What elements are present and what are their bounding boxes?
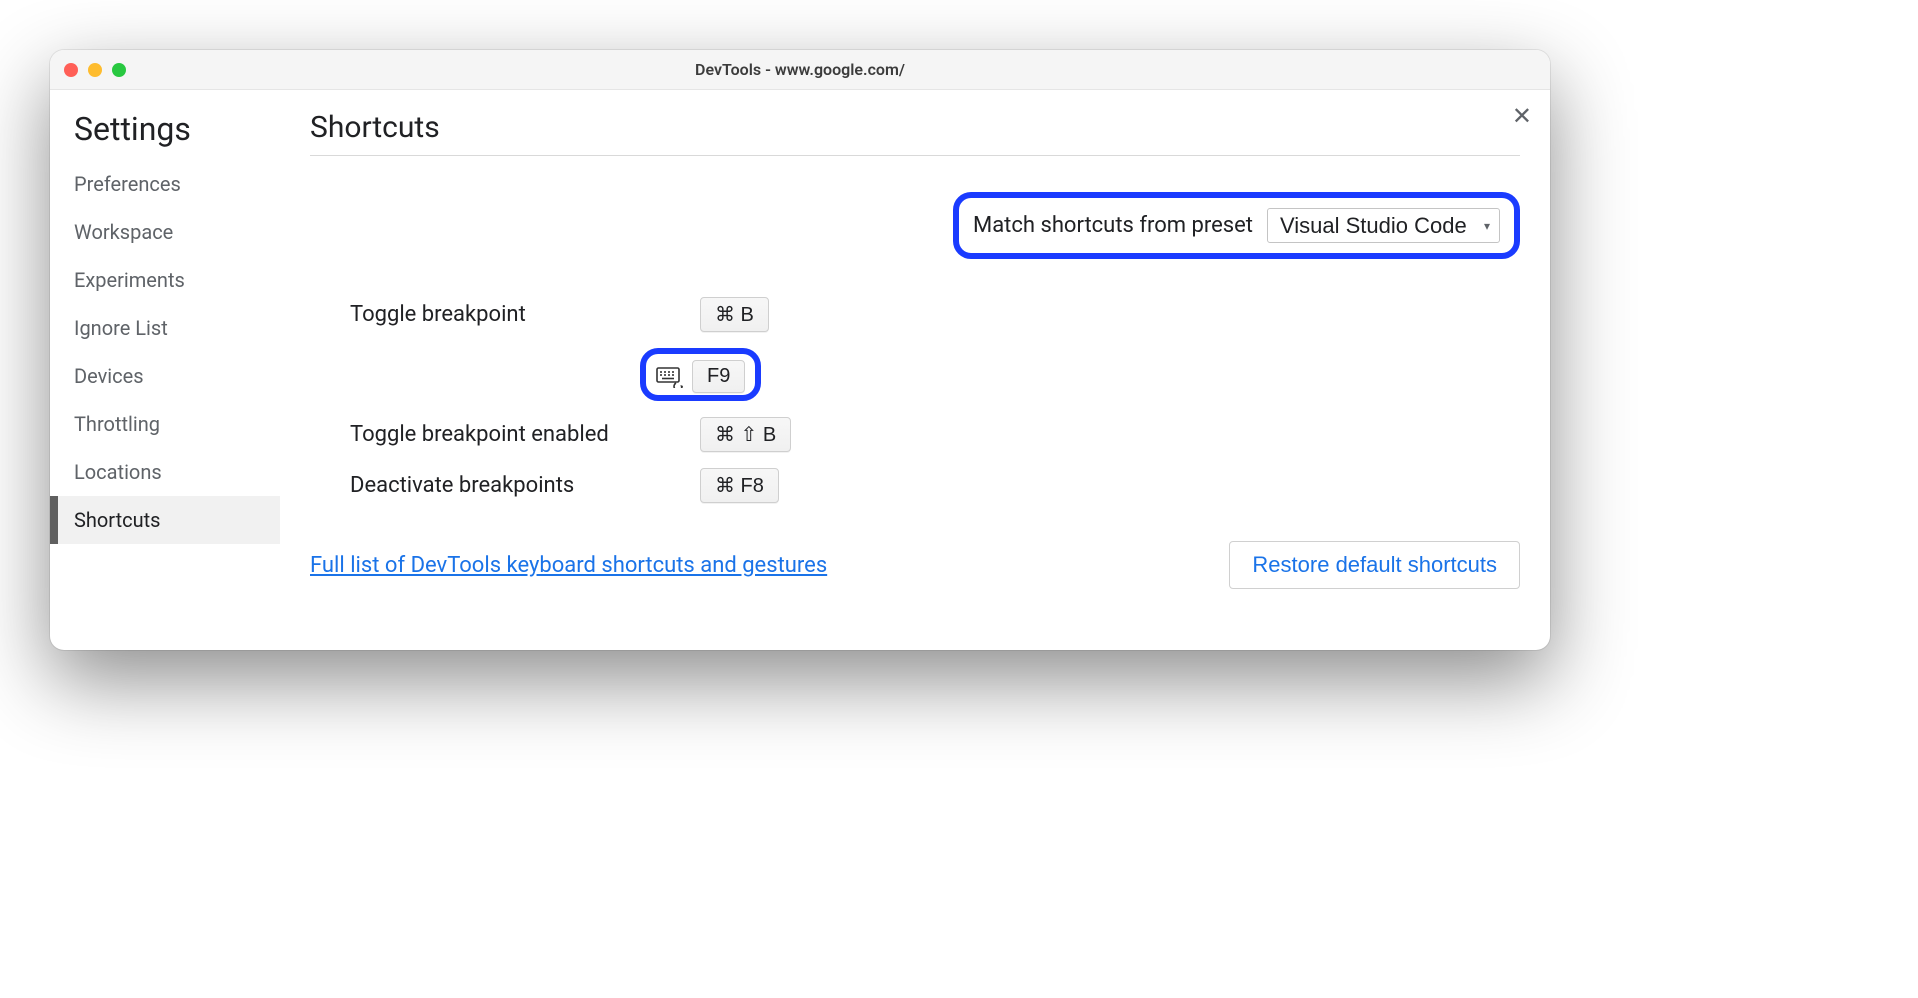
sidebar-item-shortcuts[interactable]: Shortcuts: [50, 496, 280, 544]
shortcut-extra-highlight: F9: [640, 348, 761, 401]
sidebar-item-label: Experiments: [74, 268, 185, 292]
sidebar-item-workspace[interactable]: Workspace: [50, 208, 280, 256]
shortcut-row-toggle-breakpoint: Toggle breakpoint ⌘ B: [310, 289, 1520, 340]
sidebar-item-ignore-list[interactable]: Ignore List: [50, 304, 280, 352]
sidebar-item-label: Throttling: [74, 412, 160, 436]
key-chip: ⌘ B: [700, 297, 769, 332]
key-chip-extra: F9: [692, 360, 745, 393]
main-panel: Shortcuts Match shortcuts from preset Vi…: [280, 90, 1550, 650]
preset-row: Match shortcuts from preset Visual Studi…: [310, 192, 1520, 259]
sidebar-item-devices[interactable]: Devices: [50, 352, 280, 400]
app-window: DevTools - www.google.com/ ✕ Settings Pr…: [50, 50, 1550, 650]
shortcut-label: Deactivate breakpoints: [350, 473, 700, 498]
window-close-button[interactable]: [64, 63, 78, 77]
sidebar-heading: Settings: [50, 110, 280, 160]
content: ✕ Settings Preferences Workspace Experim…: [50, 90, 1550, 650]
footer-row: Full list of DevTools keyboard shortcuts…: [310, 541, 1520, 589]
sidebar-item-label: Preferences: [74, 172, 181, 196]
preset-label: Match shortcuts from preset: [973, 213, 1253, 238]
sidebar-item-label: Locations: [74, 460, 162, 484]
sidebar-item-throttling[interactable]: Throttling: [50, 400, 280, 448]
window-title: DevTools - www.google.com/: [50, 60, 1550, 79]
sidebar-item-label: Workspace: [74, 220, 173, 244]
sidebar-item-experiments[interactable]: Experiments: [50, 256, 280, 304]
key-chip: ⌘ ⇧ B: [700, 417, 791, 452]
titlebar: DevTools - www.google.com/: [50, 50, 1550, 90]
window-minimize-button[interactable]: [88, 63, 102, 77]
sidebar-item-label: Ignore List: [74, 316, 168, 340]
traffic-lights: [64, 63, 126, 77]
preset-select-wrap: Visual Studio Code ▾: [1267, 208, 1500, 243]
sidebar: Settings Preferences Workspace Experimen…: [50, 90, 280, 650]
shortcut-row-deactivate-breakpoints: Deactivate breakpoints ⌘ F8: [310, 460, 1520, 511]
full-shortcuts-link[interactable]: Full list of DevTools keyboard shortcuts…: [310, 553, 827, 578]
page-title: Shortcuts: [310, 110, 1520, 156]
shortcut-row-toggle-breakpoint-extra: F9: [310, 340, 1520, 409]
key-chip: ⌘ F8: [700, 468, 779, 503]
shortcut-label: Toggle breakpoint enabled: [350, 422, 700, 447]
preset-select[interactable]: Visual Studio Code: [1267, 208, 1500, 243]
sidebar-item-label: Shortcuts: [74, 508, 160, 532]
shortcut-label: Toggle breakpoint: [350, 302, 700, 327]
sidebar-item-preferences[interactable]: Preferences: [50, 160, 280, 208]
sidebar-item-label: Devices: [74, 364, 144, 388]
keyboard-icon: [656, 366, 684, 388]
preset-highlight: Match shortcuts from preset Visual Studi…: [953, 192, 1520, 259]
sidebar-item-locations[interactable]: Locations: [50, 448, 280, 496]
window-maximize-button[interactable]: [112, 63, 126, 77]
shortcut-row-toggle-breakpoint-enabled: Toggle breakpoint enabled ⌘ ⇧ B: [310, 409, 1520, 460]
restore-defaults-button[interactable]: Restore default shortcuts: [1229, 541, 1520, 589]
